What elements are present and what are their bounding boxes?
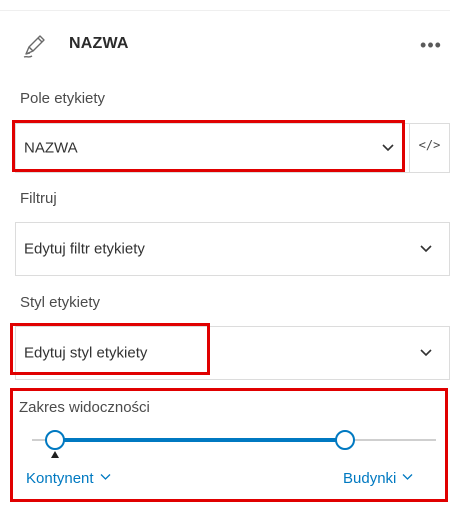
chevron-down-icon [382,144,394,152]
current-scale-marker [51,451,59,458]
visibility-range-section: Zakres widoczności Kontynent Budynki [10,388,448,502]
top-divider [0,10,450,11]
filter-select[interactable]: Edytuj filtr etykiety [15,222,450,276]
min-scale-dropdown[interactable]: Kontynent [26,470,111,487]
min-scale-handle[interactable] [45,430,65,450]
panel-header: NAZWA ••• [20,30,445,62]
chevron-down-icon [402,474,413,480]
more-options-button[interactable]: ••• [419,36,443,56]
min-scale-label: Kontynent [26,470,94,487]
filter-label: Filtruj [20,190,57,207]
slider-active-range [55,438,345,442]
edit-pen-icon [23,35,45,58]
chevron-down-icon [100,474,111,480]
header-title: NAZWA [69,35,129,52]
max-scale-handle[interactable] [335,430,355,450]
max-scale-label: Budynki [343,470,397,487]
chevron-down-icon [420,245,432,253]
style-select[interactable]: Edytuj styl etykiety [15,326,450,380]
label-field-label: Pole etykiety [20,90,106,107]
visibility-range-label: Zakres widoczności [19,399,150,416]
style-value: Edytuj styl etykiety [24,344,148,362]
label-field-select[interactable]: NAZWA [15,123,410,173]
max-scale-dropdown[interactable]: Budynki [343,470,413,487]
style-label: Styl etykiety [20,294,101,311]
filter-value: Edytuj filtr etykiety [24,240,145,258]
chevron-down-icon [420,349,432,357]
expression-code-button[interactable]: </> [410,123,450,173]
label-field-value: NAZWA [24,139,78,157]
code-icon: </> [418,138,441,152]
